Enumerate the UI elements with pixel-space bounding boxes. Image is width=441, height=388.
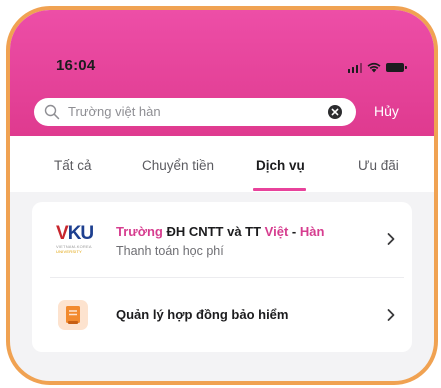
title-highlight-2: Việt (264, 224, 289, 239)
tab-services[interactable]: Dịch vụ (256, 158, 305, 173)
cancel-button[interactable]: Hủy (374, 103, 399, 119)
results-card: VKU VIETNAM-KOREA UNIVERSITY Trường ĐH C… (32, 202, 412, 352)
battery-icon (386, 63, 407, 72)
app-header: 16:04 Trường việt hàn Hủy (10, 10, 434, 136)
search-row: Hủy (34, 98, 422, 126)
title-middle: ĐH CNTT và TT (162, 224, 265, 239)
result-item-insurance[interactable]: Quản lý hợp đồng bảo hiểm (32, 278, 412, 352)
tab-offers[interactable]: Ưu đãi (358, 158, 399, 173)
vku-logo-v: V (56, 223, 69, 244)
tab-bar: Tất cả Chuyển tiền Dịch vụ Ưu đãi (10, 136, 434, 192)
chevron-right-icon (387, 309, 395, 321)
signal-icon (347, 62, 362, 73)
title-highlight-1: Trường (116, 224, 163, 239)
status-time: 16:04 (56, 57, 96, 74)
vku-logo: VKU VIETNAM-KOREA UNIVERSITY (56, 224, 96, 258)
title-separator: - (288, 224, 300, 239)
clear-search-icon[interactable] (328, 105, 342, 119)
result-subtitle: Thanh toán học phí (116, 244, 224, 258)
vku-logo-subtext-b: UNIVERSITY (56, 249, 83, 254)
status-icons (347, 59, 407, 73)
search-icon (44, 104, 60, 120)
search-box[interactable] (34, 98, 356, 126)
title-highlight-3: Hàn (299, 224, 325, 239)
tab-transfer[interactable]: Chuyển tiền (142, 158, 214, 173)
insurance-document-icon (58, 300, 88, 330)
active-tab-indicator (253, 188, 306, 191)
phone-screen-frame: 16:04 Trường việt hàn Hủy Tất cả Chuyển … (6, 6, 438, 385)
vku-logo-ku: KU (67, 223, 94, 244)
wifi-icon (367, 62, 381, 73)
result-item-vku[interactable]: VKU VIETNAM-KOREA UNIVERSITY Trường ĐH C… (32, 202, 412, 277)
status-bar: 16:04 (10, 54, 434, 78)
result-title: Quản lý hợp đồng bảo hiểm (116, 307, 289, 322)
search-input[interactable] (68, 98, 318, 126)
chevron-right-icon (387, 233, 395, 245)
result-title: Trường ĐH CNTT và TT Việt - Hàn (116, 224, 324, 239)
tab-all[interactable]: Tất cả (54, 158, 92, 173)
